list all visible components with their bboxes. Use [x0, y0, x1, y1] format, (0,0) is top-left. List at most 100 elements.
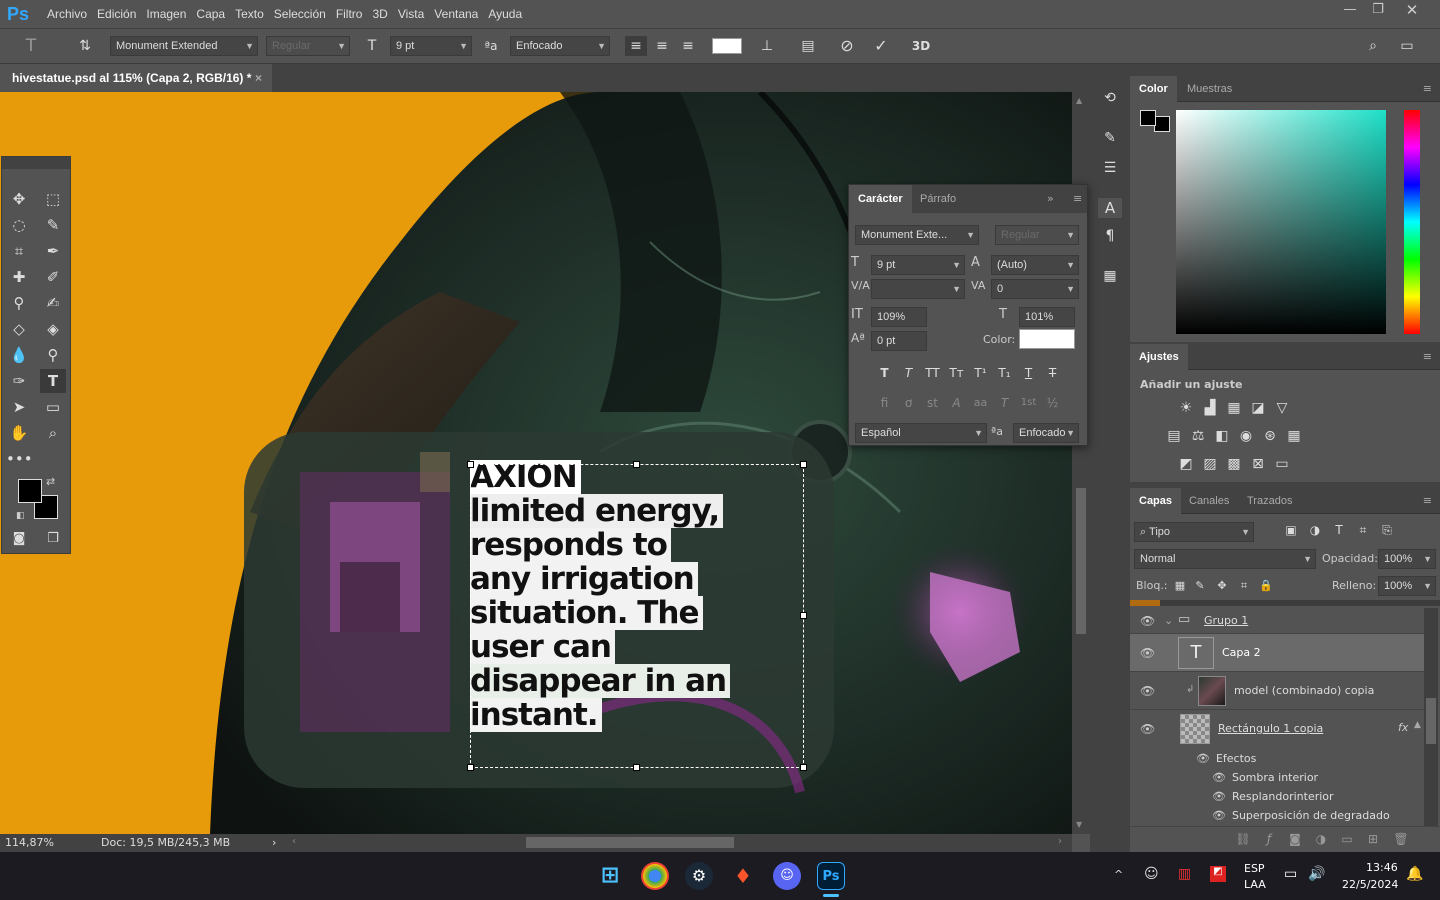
hand-tool-icon[interactable]: ✋ [6, 421, 32, 445]
lock-all-icon[interactable]: 🔒 [1258, 576, 1274, 596]
vibrance-icon[interactable]: ▽ [1272, 398, 1292, 418]
photo-filter-icon[interactable]: ◉ [1236, 426, 1256, 446]
steam-icon[interactable]: ⚙ [685, 862, 713, 890]
default-colors-icon[interactable]: ◧ [16, 511, 25, 521]
windows-start-icon[interactable]: ⊞ [596, 862, 624, 890]
clone-stamp-icon[interactable]: ⚲ [6, 291, 32, 315]
rectangle-tool-icon[interactable]: ▭ [40, 395, 66, 419]
panel-menu-icon[interactable]: ≡ [1423, 494, 1432, 507]
levels-icon[interactable]: ▟ [1200, 398, 1220, 418]
subscript-icon[interactable]: T₁ [995, 363, 1014, 383]
char-kerning-select[interactable]: ▼ [871, 279, 965, 299]
brush-tool-icon[interactable]: ✐ [40, 265, 66, 289]
lock-artboard-icon[interactable]: ⌗ [1236, 576, 1252, 596]
hue-saturation-icon[interactable]: ▤ [1164, 426, 1184, 446]
menu-imagen[interactable]: Imagen [141, 7, 191, 21]
foreground-color-swatch[interactable] [18, 479, 42, 503]
eraser-tool-icon[interactable]: ◇ [6, 317, 32, 341]
fill-input[interactable]: 100% ▼ [1378, 576, 1436, 596]
clock-time[interactable]: 13:46 [1366, 861, 1398, 874]
menu-3d[interactable]: 3D [367, 7, 392, 21]
toolbox-header[interactable] [2, 157, 70, 169]
tab-color[interactable]: Color [1130, 76, 1177, 102]
faux-italic-icon[interactable]: T [899, 363, 918, 383]
opacity-input[interactable]: 100% ▼ [1378, 549, 1436, 569]
add-style-icon[interactable]: ƒ [1260, 829, 1278, 849]
antialias-select[interactable]: Enfocado ▼ [510, 36, 610, 56]
menu-seleccion[interactable]: Selección [269, 7, 331, 21]
discord-tray-icon[interactable]: ☺ [1144, 866, 1159, 882]
chevron-up-icon[interactable]: ▲ [1414, 720, 1421, 730]
delete-layer-icon[interactable]: 🗑 [1392, 829, 1410, 849]
font-size-select[interactable]: 9 pt ▼ [390, 36, 472, 56]
effect-row[interactable]: 👁 Sombra interior [1212, 771, 1318, 784]
menu-capa[interactable]: Capa [191, 7, 230, 21]
char-baseline-input[interactable]: 0 pt [871, 331, 927, 351]
panel-menu-icon[interactable]: ≡ [1073, 192, 1082, 205]
more-tools-icon[interactable]: ••• [6, 447, 33, 471]
app-tray-icon[interactable]: ◩ [1210, 866, 1226, 882]
horizontal-scroll-thumb[interactable] [526, 837, 734, 848]
glyphs-icon[interactable]: ▦ [1098, 266, 1122, 286]
strikethrough-icon[interactable]: T [1043, 363, 1062, 383]
history-brush-icon[interactable]: ✍ [40, 291, 66, 315]
color-field[interactable] [1176, 110, 1386, 334]
fractions-icon[interactable]: ½ [1043, 393, 1062, 413]
layer-filter-select[interactable]: ⌕ Tipo ▼ [1134, 522, 1254, 542]
tab-swatches[interactable]: Muestras [1178, 76, 1241, 102]
filter-shape-icon[interactable]: ⌗ [1354, 520, 1372, 540]
effect-row[interactable]: 👁 Superposición de degradado [1212, 809, 1390, 822]
text-orientation-icon[interactable]: ⇅ [74, 36, 96, 56]
vertical-scroll-thumb[interactable] [1076, 488, 1086, 634]
crop-tool-icon[interactable]: ⌗ [6, 239, 32, 263]
faux-bold-icon[interactable]: T [875, 363, 894, 383]
menu-vista[interactable]: Vista [393, 7, 429, 21]
font-family-select[interactable]: Monument Extended ▼ [110, 36, 258, 56]
align-left-icon[interactable]: ≡ [625, 36, 647, 56]
panel-menu-icon[interactable]: ≡ [1423, 82, 1432, 95]
layer-name[interactable]: Rectángulo 1 copia [1218, 722, 1323, 735]
brave-icon[interactable]: ♦ [729, 862, 757, 890]
zoom-tool-icon[interactable]: ⌕ [40, 421, 66, 445]
marquee-tool-icon[interactable]: ⬚ [40, 187, 66, 211]
exposure-icon[interactable]: ◪ [1248, 398, 1268, 418]
visibility-eye-icon[interactable]: 👁 [1140, 614, 1155, 628]
layer-name[interactable]: Capa 2 [1222, 646, 1261, 659]
eyedropper-tool-icon[interactable]: ✒ [40, 239, 66, 263]
font-style-select[interactable]: Regular ▼ [266, 36, 350, 56]
char-size-select[interactable]: 9 pt ▼ [871, 255, 965, 275]
horizontal-scrollbar[interactable]: ‹ › [290, 834, 1072, 852]
close-tab-icon[interactable]: × [255, 64, 262, 92]
channel-mixer-icon[interactable]: ⊛ [1260, 426, 1280, 446]
chevron-up-icon[interactable]: ^ [1114, 868, 1123, 881]
blend-mode-select[interactable]: Normal ▼ [1134, 549, 1316, 569]
menu-texto[interactable]: Texto [230, 7, 269, 21]
dodge-tool-icon[interactable]: ⚲ [40, 343, 66, 367]
scroll-up-icon[interactable]: ▲ [1076, 96, 1082, 105]
filter-pixel-icon[interactable]: ▣ [1282, 520, 1300, 540]
ligatures-icon[interactable]: fi [875, 393, 894, 413]
ordinals-icon[interactable]: 1st [1019, 393, 1038, 413]
transform-handle[interactable] [633, 764, 640, 771]
visibility-eye-icon[interactable]: 👁 [1140, 722, 1155, 736]
color-fg-swatch[interactable] [1140, 110, 1156, 126]
history-icon[interactable]: ⟲ [1098, 88, 1122, 108]
lock-transparent-icon[interactable]: ▦ [1172, 576, 1188, 596]
3d-icon[interactable]: 3D [908, 36, 934, 56]
char-leading-select[interactable]: (Auto) ▼ [991, 255, 1079, 275]
text-color-swatch[interactable] [712, 38, 742, 54]
swash-icon[interactable]: A [947, 393, 966, 413]
status-menu-arrow[interactable]: › [272, 834, 276, 852]
properties-icon[interactable]: ☰ [1098, 158, 1122, 178]
character-panel-icon[interactable]: ▤ [797, 36, 819, 56]
restore-icon[interactable]: ❐ [1362, 0, 1394, 20]
quick-selection-tool-icon[interactable]: ✎ [40, 213, 66, 237]
document-tab[interactable]: hivestatue.psd al 115% (Capa 2, RGB/16) … [0, 64, 272, 92]
collapse-panel-icon[interactable]: » [1047, 192, 1054, 205]
path-selection-icon[interactable]: ➤ [6, 395, 32, 419]
old-style-icon[interactable]: ơ [899, 393, 918, 413]
tab-layers[interactable]: Capas [1130, 488, 1182, 514]
layer-name[interactable]: Grupo 1 [1204, 614, 1248, 627]
type-tool-icon[interactable]: T [40, 369, 66, 393]
lasso-tool-icon[interactable]: ◌ [6, 213, 32, 237]
